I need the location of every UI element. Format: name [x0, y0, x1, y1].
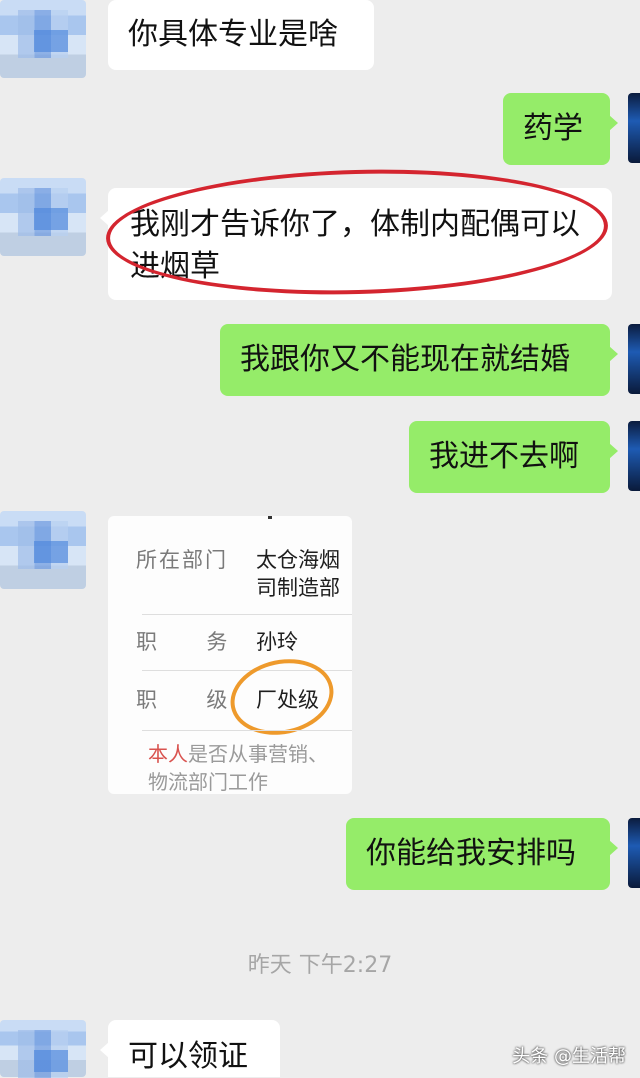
contact-avatar[interactable] [0, 178, 86, 256]
note-highlight: 本人 [148, 742, 188, 766]
watermark-text: 头条 @生活帮 [512, 1046, 626, 1067]
outgoing-message-bubble[interactable]: 药学 [503, 93, 618, 165]
form-note-line-1: 本人是否从事营销、 [148, 740, 328, 768]
contact-avatar[interactable] [0, 0, 86, 78]
department-value-line-2: 司制造部 [256, 576, 340, 600]
message-text: 我跟你又不能现在就结婚 [240, 342, 570, 377]
chat-timestamp: 昨天 下午2:27 [247, 953, 393, 978]
message-text: 你能给我安排吗 [366, 836, 576, 871]
contact-avatar[interactable] [0, 511, 86, 589]
message-text: 我进不去啊 [429, 439, 579, 474]
department-value-line-1: 太仓海烟 [256, 548, 340, 572]
bubble-tail [609, 346, 618, 362]
incoming-message-bubble[interactable]: 你具体专业是啥 [108, 0, 374, 70]
divider [142, 614, 352, 615]
outgoing-message-bubble[interactable]: 你能给我安排吗 [346, 818, 618, 890]
my-avatar[interactable] [628, 93, 640, 163]
bubble-tail [609, 115, 618, 131]
note-text: 是否从事营销、 [188, 742, 328, 766]
message-text: 你具体专业是啥 [128, 17, 338, 52]
contact-avatar[interactable] [0, 1020, 86, 1078]
my-avatar[interactable] [628, 324, 640, 394]
my-avatar[interactable] [628, 818, 640, 888]
outgoing-message-bubble[interactable]: 我进不去啊 [409, 421, 618, 493]
outgoing-message-bubble[interactable]: 我跟你又不能现在就结婚 [220, 324, 618, 396]
message-text: 可以领证 [128, 1039, 248, 1074]
my-avatar[interactable] [628, 421, 640, 491]
bubble-tail [609, 840, 618, 856]
bubble-tail [100, 1042, 109, 1058]
position-label: 职 务 [136, 630, 240, 654]
incoming-message-bubble[interactable]: 可以领证 [100, 1020, 280, 1077]
rank-label: 职 级 [136, 688, 240, 712]
cropped-text-fragment [268, 516, 272, 519]
position-value: 孙玲 [256, 630, 298, 654]
department-label: 所在部门 [136, 548, 228, 572]
form-note-line-2: 物流部门工作 [148, 770, 268, 794]
bubble-tail [609, 443, 618, 459]
bubble-tail [100, 210, 109, 226]
divider [142, 730, 352, 731]
incoming-image-message[interactable]: 所在部门 太仓海烟 司制造部 职 务 孙玲 职 级 厂处级 本人是否从事营销、 … [108, 516, 352, 794]
message-text: 药学 [523, 111, 583, 146]
